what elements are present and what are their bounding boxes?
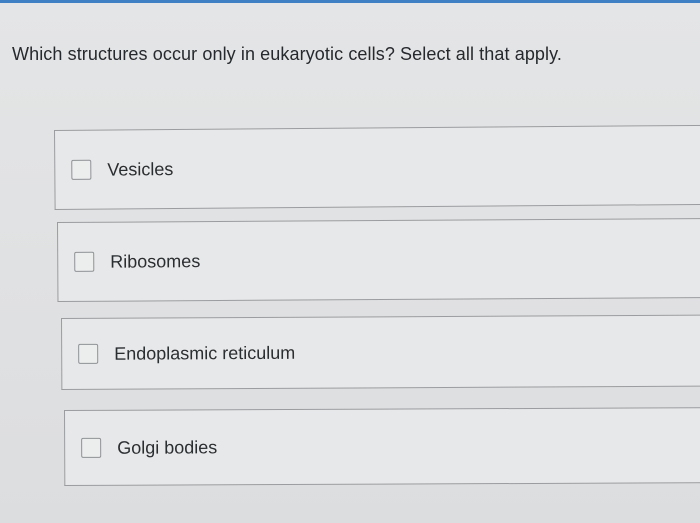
checkbox[interactable] [74,251,95,272]
top-accent-bar [0,0,700,3]
question-prompt: Which structures occur only in eukaryoti… [12,44,562,64]
checkbox[interactable] [81,437,102,458]
option-vesicles[interactable]: Vesicles [54,124,700,210]
checkbox[interactable] [78,343,99,364]
option-label: Vesicles [107,158,174,180]
checkbox[interactable] [71,159,92,180]
option-golgi-bodies[interactable]: Golgi bodies [64,407,700,486]
option-ribosomes[interactable]: Ribosomes [57,217,700,302]
option-endoplasmic-reticulum[interactable]: Endoplasmic reticulum [61,314,700,390]
option-label: Ribosomes [110,250,201,272]
option-label: Golgi bodies [117,436,218,458]
option-label: Endoplasmic reticulum [114,342,296,364]
